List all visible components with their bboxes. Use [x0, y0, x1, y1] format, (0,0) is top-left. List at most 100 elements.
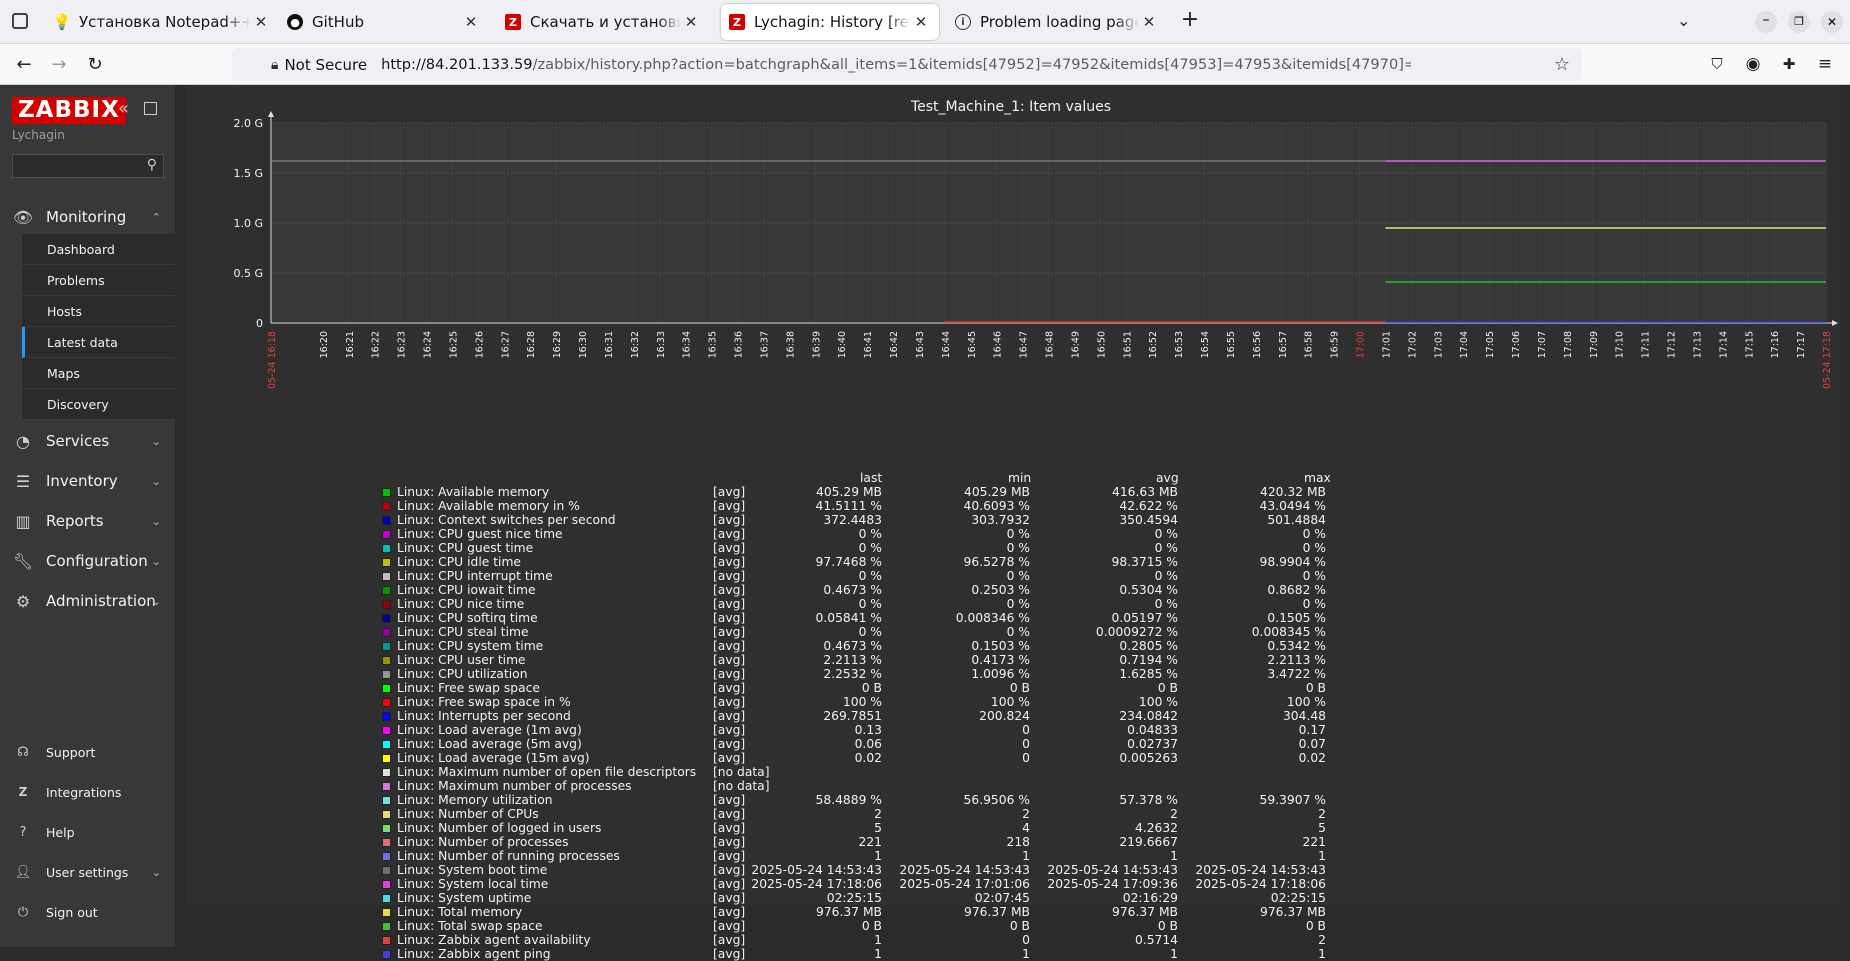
- nav-inventory[interactable]: ☰ Inventory ⌄: [0, 461, 175, 501]
- legend-item-name: Linux: Load average (5m avg): [397, 737, 582, 751]
- nav-reports[interactable]: ▥ Reports ⌄: [0, 501, 175, 541]
- nav-problems[interactable]: Problems: [22, 265, 175, 296]
- x-tick-label: 16:38: [785, 331, 796, 358]
- legend-value-last: 0 %: [858, 597, 882, 611]
- legend-item-function: [avg]: [713, 919, 746, 933]
- x-tick-label: 17:07: [1537, 331, 1548, 358]
- nav-services[interactable]: ◔ Services ⌄: [0, 421, 175, 461]
- legend-value-last: 97.7468 %: [815, 555, 882, 569]
- close-tab-icon[interactable]: ✕: [1139, 13, 1159, 31]
- search-icon[interactable]: ⚲: [147, 157, 157, 173]
- x-tick-label: 16:35: [708, 331, 719, 358]
- legend-color-swatch: [382, 600, 391, 609]
- tab-zabbix-download[interactable]: Z Скачать и установить Zabbix ✕: [497, 4, 709, 40]
- reload-icon[interactable]: ↻: [80, 50, 110, 78]
- tab-title: Problem loading page: [980, 13, 1139, 31]
- nav-user-settings[interactable]: 👤︎ User settings ⌄: [0, 855, 175, 889]
- tab-list-icon[interactable]: [12, 13, 28, 29]
- chevron-down-icon[interactable]: ⌄: [1677, 11, 1690, 30]
- zabbix-logo[interactable]: ZABBIX: [12, 97, 126, 124]
- x-tick-label: 16:34: [682, 331, 693, 358]
- tab-notepad[interactable]: 💡 Установка Notepad++ в Linux ✕: [46, 4, 279, 40]
- legend-value-min: 200.824: [979, 709, 1030, 723]
- legend-value-min: 0 %: [1006, 597, 1030, 611]
- nav-configuration-label: Configuration: [46, 552, 148, 570]
- nav-sign-out[interactable]: ⏻ Sign out: [0, 895, 175, 929]
- legend-value-last: 269.7851: [823, 709, 882, 723]
- y-tick-label: 1.5 G: [233, 167, 263, 180]
- nav-user-settings-label: User settings: [46, 864, 129, 880]
- nav-discovery[interactable]: Discovery: [22, 389, 175, 420]
- account-icon[interactable]: ◉: [1738, 50, 1768, 78]
- bookmark-star-icon[interactable]: ☆: [1554, 54, 1570, 75]
- legend-item-name: Linux: System boot time: [397, 863, 548, 877]
- legend-row: Linux: System uptime [avg] 02:25:15 02:07:4…: [382, 891, 1382, 905]
- tab-zabbix-history[interactable]: Z Lychagin: History [refreshed every 30 …: [721, 4, 939, 40]
- x-tick-label: 16:22: [371, 331, 382, 358]
- close-tab-icon[interactable]: ✕: [911, 13, 931, 31]
- tab-title: Установка Notepad++ в Linux: [79, 13, 251, 31]
- y-tick-label: 0: [256, 317, 263, 330]
- tab-github[interactable]: ● GitHub ✕: [279, 4, 489, 40]
- extensions-icon[interactable]: ✚: [1774, 50, 1804, 78]
- x-tick-label: 17:14: [1718, 331, 1729, 358]
- legend-value-last: 0.06: [854, 737, 882, 751]
- legend-value-last: 0.4673 %: [823, 583, 882, 597]
- nav-help[interactable]: ? Help: [0, 815, 175, 849]
- forward-icon[interactable]: →: [44, 50, 74, 78]
- insecure-lock-icon[interactable]: 🔒︎: [271, 57, 278, 73]
- nav-administration[interactable]: ⚙ Administration ⌄: [0, 581, 175, 621]
- kiosk-mode-icon[interactable]: [144, 102, 157, 115]
- legend-value-avg: 98.3715 %: [1111, 555, 1178, 569]
- legend-row: Linux: Number of processes [avg] 221 218 219…: [382, 835, 1382, 849]
- legend-item-name: Linux: CPU guest time: [397, 541, 534, 555]
- url-path: /zabbix/history.php?action=batchgraph&al…: [532, 56, 1412, 73]
- new-tab-button[interactable]: +: [1178, 9, 1202, 33]
- menu-icon[interactable]: ≡: [1810, 50, 1840, 78]
- legend-header-last: last: [860, 471, 883, 485]
- nav-services-label: Services: [46, 432, 110, 450]
- not-secure-label[interactable]: Not Secure: [284, 56, 367, 74]
- nav-monitoring[interactable]: 👁︎ Monitoring ⌃: [0, 197, 175, 237]
- legend-value-min: 2025-05-24 17:01:06: [899, 877, 1030, 891]
- legend-row: Linux: Load average (1m avg) [avg] 0.13 0 0.…: [382, 723, 1382, 737]
- url-text[interactable]: http://84.201.133.59/zabbix/history.php?…: [381, 56, 1411, 73]
- legend-value-min: 0.1503 %: [971, 639, 1030, 653]
- maximize-icon[interactable]: ❐: [1788, 11, 1810, 33]
- legend-color-swatch: [382, 908, 391, 917]
- legend-color-swatch: [382, 558, 391, 567]
- close-tab-icon[interactable]: ✕: [461, 13, 481, 31]
- legend-item-name: Linux: Total memory: [397, 905, 523, 919]
- close-tab-icon[interactable]: ✕: [251, 13, 271, 31]
- legend-value-last: 0.02: [854, 751, 882, 765]
- x-tick-label: 16:48: [1045, 331, 1056, 358]
- pocket-icon[interactable]: ⛉: [1702, 50, 1732, 78]
- close-window-icon[interactable]: ✕: [1821, 11, 1843, 33]
- search-input[interactable]: [13, 155, 141, 177]
- x-tick-label: 17:00: [1356, 331, 1367, 358]
- legend-value-avg: 0.5304 %: [1119, 583, 1178, 597]
- tab-problem-loading[interactable]: i Problem loading page ✕: [947, 4, 1167, 40]
- legend-value-avg: 976.37 MB: [1112, 905, 1178, 919]
- minimize-icon[interactable]: –: [1755, 11, 1777, 33]
- back-icon[interactable]: ←: [9, 50, 39, 78]
- graph-panel: Test_Machine_1: Item values 2.0 G 1.5 G 1.…: [186, 85, 1840, 961]
- legend-color-swatch: [382, 502, 391, 511]
- legend-header-max: max: [1304, 471, 1331, 485]
- nav-latest-data[interactable]: Latest data: [22, 327, 175, 358]
- legend-value-last: 405.29 MB: [816, 485, 882, 499]
- nav-support[interactable]: ☊ Support: [0, 735, 175, 769]
- url-bar[interactable]: 🔒︎ Not Secure http://84.201.133.59/zabbi…: [232, 48, 1582, 81]
- legend-item-function: [avg]: [713, 485, 746, 499]
- legend-value-max: 0 %: [1302, 541, 1326, 555]
- x-tick-label: 16:31: [604, 331, 615, 358]
- nav-maps[interactable]: Maps: [22, 358, 175, 389]
- collapse-sidebar-icon[interactable]: «: [118, 98, 129, 119]
- nav-configuration[interactable]: 🔧︎ Configuration ⌄: [0, 541, 175, 581]
- nav-hosts[interactable]: Hosts: [22, 296, 175, 327]
- close-tab-icon[interactable]: ✕: [681, 13, 701, 31]
- legend-value-max: 5: [1318, 821, 1326, 835]
- nav-dashboard[interactable]: Dashboard: [22, 234, 175, 265]
- nav-integrations[interactable]: Z Integrations: [0, 775, 175, 809]
- x-tick-label: 05-24 17:18: [1822, 331, 1833, 389]
